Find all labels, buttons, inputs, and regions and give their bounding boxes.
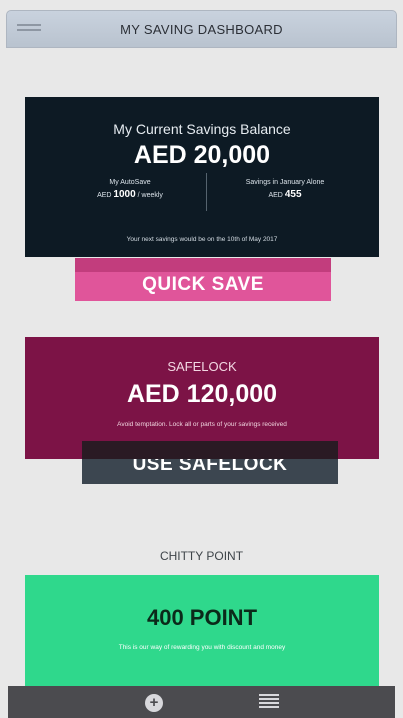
chitty-heading: CHITTY POINT [159,549,244,563]
autosave-currency: AED [97,192,112,199]
autosave-period: / weekly [137,192,163,199]
safelock-amount: AED 120,000 [126,380,278,408]
quick-save-button[interactable]: QUICK SAVE [75,258,331,301]
plus-circle-icon[interactable]: + [145,694,163,712]
january-currency: AED [268,192,283,199]
chitty-note: This is our way of rewarding you with di… [118,644,286,651]
safelock-note: Avoid temptation. Lock all or parts of y… [117,421,287,428]
next-savings-note: Your next savings would be on the 10th o… [126,236,278,243]
autosave-stat: My AutoSave AED 1000 / weekly [65,179,195,200]
dashboard-screen: MY SAVING DASHBOARD My Current Savings B… [0,0,403,718]
january-savings-stat: Savings in January Alone AED 455 [205,179,365,200]
autosave-value: AED 1000 / weekly [65,189,195,200]
bottom-navigation-bar: + [8,686,395,718]
savings-title: My Current Savings Balance [113,121,291,137]
use-safelock-button[interactable]: USE SAFELOCK [82,441,338,484]
chitty-points-card[interactable]: 400 POINT This is our way of rewarding y… [25,575,379,687]
january-savings-label: Savings in January Alone [245,179,325,186]
january-savings-value: AED 455 [205,189,365,200]
list-icon[interactable] [259,694,279,710]
page-title: MY SAVING DASHBOARD [120,22,283,37]
savings-balance-card: My Current Savings Balance AED 20,000 My… [25,97,379,257]
savings-amount: AED 20,000 [133,141,271,169]
autosave-amount: 1000 [113,189,136,200]
app-header: MY SAVING DASHBOARD [6,10,397,48]
january-amount: 455 [284,189,302,200]
autosave-label: My AutoSave [109,179,151,186]
chitty-points: 400 POINT [146,605,258,630]
safelock-title: SAFELOCK [167,359,237,374]
